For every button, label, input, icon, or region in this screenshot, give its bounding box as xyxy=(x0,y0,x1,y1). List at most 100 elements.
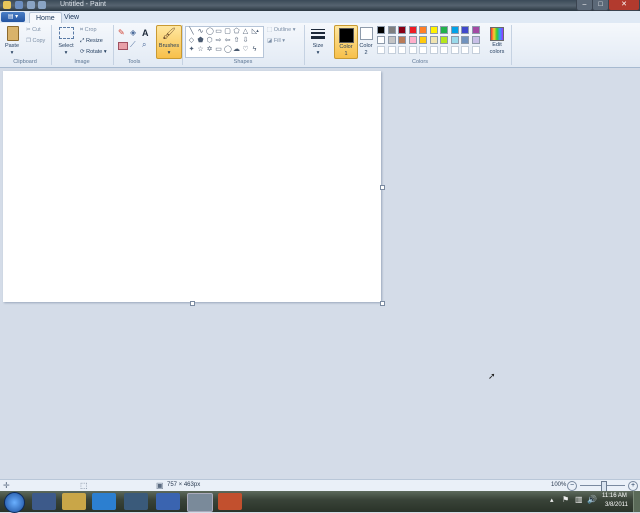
internet-explorer-icon[interactable] xyxy=(92,493,116,510)
cut-button[interactable]: ✂ Cut xyxy=(26,27,41,33)
six-point-star-shape-icon[interactable]: ✡ xyxy=(206,46,213,53)
magnifier-tool[interactable]: ⌕ xyxy=(142,41,150,49)
pencil-tool[interactable]: ✎ xyxy=(118,29,126,37)
color-swatch[interactable] xyxy=(461,26,469,34)
word-icon[interactable] xyxy=(156,493,180,510)
shapes-gallery[interactable]: ╲ ∿ ◯ ▭ ▢ ⬠ △ ◺ ◇ ⬟ ⬡ ⇨ ⇦ ⇧ ⇩ ▴ ✦ ☆ ✡ ▭ … xyxy=(185,26,264,58)
color-swatch[interactable] xyxy=(429,36,438,44)
diamond-shape-icon[interactable]: ◇ xyxy=(188,37,195,44)
up-arrow-shape-icon[interactable]: ⇧ xyxy=(233,37,240,44)
clock-date[interactable]: 3/8/2011 xyxy=(605,502,628,508)
color-swatch[interactable] xyxy=(471,36,480,44)
redo-icon[interactable] xyxy=(38,1,46,9)
paste-button[interactable]: Paste ▾ xyxy=(3,25,21,56)
color-swatch[interactable] xyxy=(450,26,459,34)
hexagon-shape-icon[interactable]: ⬡ xyxy=(206,37,213,44)
clock-time[interactable]: 11:16 AM xyxy=(602,493,627,499)
color-swatch[interactable] xyxy=(471,46,480,54)
start-button[interactable] xyxy=(4,492,25,513)
color-swatch[interactable] xyxy=(440,26,448,34)
zoom-out-button[interactable]: − xyxy=(567,481,577,491)
color-picker-tool[interactable]: ⟋ xyxy=(130,41,138,49)
polygon-shape-icon[interactable]: ⬠ xyxy=(233,28,240,35)
color-swatch[interactable] xyxy=(419,26,427,34)
four-point-star-shape-icon[interactable]: ✦ xyxy=(188,46,195,53)
outline-button[interactable]: ⬚ Outline ▾ xyxy=(267,27,295,33)
action-center-icon[interactable]: ⚑ xyxy=(562,495,569,504)
brushes-button[interactable]: 🖌 Brushes ▾ xyxy=(156,25,182,59)
lightning-shape-icon[interactable]: ϟ xyxy=(251,46,258,53)
minimize-button[interactable]: – xyxy=(576,0,593,11)
color-swatch[interactable] xyxy=(408,36,417,44)
color-swatch[interactable] xyxy=(398,36,406,44)
triangle-shape-icon[interactable]: △ xyxy=(242,28,249,35)
color-swatch[interactable] xyxy=(387,46,396,54)
oval-callout-shape-icon[interactable]: ◯ xyxy=(224,46,232,53)
color-swatch[interactable] xyxy=(429,46,438,54)
resize-handle-right[interactable] xyxy=(380,185,385,190)
color-swatch[interactable] xyxy=(398,46,406,54)
copy-button[interactable]: ❐ Copy xyxy=(26,38,45,44)
network-icon[interactable]: ▥ xyxy=(575,495,583,504)
rounded-rect-shape-icon[interactable]: ▢ xyxy=(224,28,231,35)
close-button[interactable]: ✕ xyxy=(608,0,640,11)
drawing-canvas[interactable] xyxy=(3,71,381,302)
color-swatch[interactable] xyxy=(408,46,417,54)
size-button[interactable]: Size ▾ xyxy=(308,26,328,56)
color-swatch[interactable] xyxy=(440,46,448,54)
paint-menu-button[interactable]: ▤ ▾ xyxy=(1,12,25,22)
rect-callout-shape-icon[interactable]: ▭ xyxy=(215,46,222,53)
line-shape-icon[interactable]: ╲ xyxy=(188,28,195,35)
color-swatch[interactable] xyxy=(419,36,427,44)
media-player-icon[interactable] xyxy=(32,493,56,510)
resize-button[interactable]: ⤢ Resize xyxy=(80,38,103,45)
pentagon-shape-icon[interactable]: ⬟ xyxy=(197,37,204,44)
color1-button[interactable]: Color 1 xyxy=(334,25,358,59)
show-desktop-button[interactable] xyxy=(633,491,640,512)
color-swatch[interactable] xyxy=(461,46,469,54)
heart-shape-icon[interactable]: ♡ xyxy=(242,46,249,53)
tab-view[interactable]: View xyxy=(58,12,85,23)
paint-app-icon[interactable] xyxy=(3,1,11,9)
volume-icon[interactable]: 🔊 xyxy=(587,495,597,504)
rectangle-shape-icon[interactable]: ▭ xyxy=(215,28,222,35)
rotate-button[interactable]: ⟳ Rotate ▾ xyxy=(80,49,107,55)
curve-shape-icon[interactable]: ∿ xyxy=(197,28,204,35)
save-icon[interactable] xyxy=(15,1,23,9)
color-swatch[interactable] xyxy=(377,46,385,54)
paint-taskbar-icon[interactable] xyxy=(187,493,213,512)
color-swatch[interactable] xyxy=(440,36,448,44)
folder-icon[interactable] xyxy=(62,493,86,510)
color2-button[interactable]: Color 2 xyxy=(357,25,375,57)
color-swatch[interactable] xyxy=(387,26,396,34)
edit-colors-button[interactable]: Edit colors xyxy=(487,26,507,56)
tray-expand-icon[interactable]: ▴ xyxy=(550,496,554,504)
hp-icon[interactable] xyxy=(124,493,148,510)
resize-handle-bottom[interactable] xyxy=(190,301,195,306)
left-arrow-shape-icon[interactable]: ⇦ xyxy=(224,37,231,44)
text-tool[interactable]: A xyxy=(142,28,149,38)
undo-icon[interactable] xyxy=(27,1,35,9)
color-swatch[interactable] xyxy=(471,26,480,34)
color-swatch[interactable] xyxy=(377,26,385,34)
color-swatch[interactable] xyxy=(461,36,469,44)
color-swatch[interactable] xyxy=(429,26,438,34)
resize-handle-corner[interactable] xyxy=(380,301,385,306)
color-swatch[interactable] xyxy=(408,26,417,34)
fill-button[interactable]: ◪ Fill ▾ xyxy=(267,38,285,44)
fill-tool[interactable]: ◈ xyxy=(130,29,138,37)
maximize-button[interactable]: □ xyxy=(592,0,609,11)
color-swatch[interactable] xyxy=(387,36,396,44)
five-point-star-shape-icon[interactable]: ☆ xyxy=(197,46,204,53)
color-swatch[interactable] xyxy=(450,46,459,54)
down-arrow-shape-icon[interactable]: ⇩ xyxy=(242,37,249,44)
select-button[interactable]: Select ▾ xyxy=(56,25,76,56)
powerpoint-icon[interactable] xyxy=(218,493,242,510)
right-arrow-shape-icon[interactable]: ⇨ xyxy=(215,37,222,44)
cloud-callout-shape-icon[interactable]: ☁ xyxy=(233,46,240,53)
zoom-in-button[interactable]: + xyxy=(628,481,638,491)
crop-button[interactable]: ⌗ Crop xyxy=(80,27,97,34)
color-swatch[interactable] xyxy=(398,26,406,34)
oval-shape-icon[interactable]: ◯ xyxy=(206,28,214,35)
color-swatch[interactable] xyxy=(377,36,385,44)
